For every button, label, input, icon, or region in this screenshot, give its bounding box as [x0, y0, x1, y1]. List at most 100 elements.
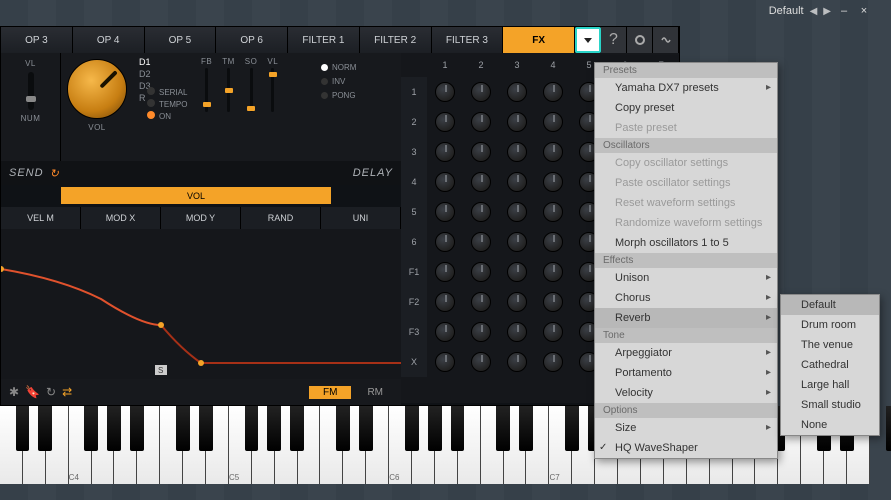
menu-item-arpeggiator[interactable]: Arpeggiator▸: [595, 343, 777, 363]
matrix-knob-3-2[interactable]: [471, 142, 491, 162]
matrix-knob-6-4[interactable]: [543, 232, 563, 252]
matrix-knob-5-2[interactable]: [471, 202, 491, 222]
black-key[interactable]: [176, 406, 190, 451]
black-key[interactable]: [336, 406, 350, 451]
tab-op4[interactable]: OP 4: [73, 27, 145, 53]
mod-y[interactable]: MOD Y: [161, 207, 241, 229]
matrix-knob-F2-2[interactable]: [471, 292, 491, 312]
matrix-knob-X-4[interactable]: [543, 352, 563, 372]
tab-filter2[interactable]: FILTER 2: [360, 27, 432, 53]
mod-x[interactable]: MOD X: [81, 207, 161, 229]
envelope-graph[interactable]: S: [1, 229, 401, 379]
black-key[interactable]: [84, 406, 98, 451]
menu-item-hq-waveshaper[interactable]: HQ WaveShaper✓: [595, 438, 777, 458]
radio-tempo[interactable]: TEMPO: [147, 99, 187, 111]
menu-item-velocity[interactable]: Velocity▸: [595, 383, 777, 403]
matrix-knob-2-3[interactable]: [507, 112, 527, 132]
rm-button[interactable]: RM: [357, 386, 393, 399]
submenu-item-none[interactable]: None: [781, 415, 879, 435]
matrix-knob-6-3[interactable]: [507, 232, 527, 252]
mini-so-slider[interactable]: [250, 68, 253, 112]
tab-op5[interactable]: OP 5: [145, 27, 217, 53]
preset-prev-icon[interactable]: ◀: [810, 6, 818, 17]
mode-inv[interactable]: INV: [321, 75, 356, 89]
black-key[interactable]: [565, 406, 579, 451]
options-dropdown-icon[interactable]: [575, 27, 601, 53]
matrix-knob-6-2[interactable]: [471, 232, 491, 252]
mini-fb-slider[interactable]: [205, 68, 208, 112]
matrix-knob-3-3[interactable]: [507, 142, 527, 162]
tab-op3[interactable]: OP 3: [1, 27, 73, 53]
black-key[interactable]: [359, 406, 373, 451]
tag-icon[interactable]: 🔖: [25, 385, 40, 399]
help-icon[interactable]: ?: [601, 27, 627, 53]
matrix-knob-F3-1[interactable]: [435, 322, 455, 342]
vol-bar[interactable]: VOL: [61, 187, 331, 204]
matrix-knob-F2-4[interactable]: [543, 292, 563, 312]
matrix-knob-F1-4[interactable]: [543, 262, 563, 282]
black-key[interactable]: [267, 406, 281, 451]
matrix-knob-4-1[interactable]: [435, 172, 455, 192]
waveform-icon[interactable]: [653, 27, 679, 53]
submenu-item-small-studio[interactable]: Small studio: [781, 395, 879, 415]
radio-on[interactable]: ON: [147, 111, 187, 123]
matrix-knob-1-3[interactable]: [507, 82, 527, 102]
matrix-knob-5-1[interactable]: [435, 202, 455, 222]
vol-knob[interactable]: [67, 59, 127, 119]
matrix-knob-X-3[interactable]: [507, 352, 527, 372]
matrix-knob-2-1[interactable]: [435, 112, 455, 132]
black-key[interactable]: [199, 406, 213, 451]
black-key[interactable]: [496, 406, 510, 451]
tab-op6[interactable]: OP 6: [216, 27, 288, 53]
matrix-knob-4-4[interactable]: [543, 172, 563, 192]
mode-norm[interactable]: NORM: [321, 61, 356, 75]
black-key[interactable]: [886, 406, 891, 451]
submenu-item-large-hall[interactable]: Large hall: [781, 375, 879, 395]
radio-serial[interactable]: SERIAL: [147, 87, 187, 99]
d-item-2[interactable]: D2: [139, 69, 151, 79]
matrix-knob-3-1[interactable]: [435, 142, 455, 162]
matrix-knob-F3-2[interactable]: [471, 322, 491, 342]
submenu-item-the-venue[interactable]: The venue: [781, 335, 879, 355]
menu-item-size[interactable]: Size▸: [595, 418, 777, 438]
num-slider[interactable]: [28, 72, 34, 110]
black-key[interactable]: [16, 406, 30, 451]
minimize-icon[interactable]: –: [837, 5, 851, 17]
matrix-knob-1-1[interactable]: [435, 82, 455, 102]
matrix-knob-3-4[interactable]: [543, 142, 563, 162]
matrix-knob-5-4[interactable]: [543, 202, 563, 222]
matrix-knob-1-4[interactable]: [543, 82, 563, 102]
menu-item-morph-oscillators-1-to-5[interactable]: Morph oscillators 1 to 5: [595, 233, 777, 253]
submenu-item-default[interactable]: Default: [781, 295, 879, 315]
mini-vl-slider[interactable]: [271, 68, 274, 112]
matrix-knob-F1-2[interactable]: [471, 262, 491, 282]
mod-rand[interactable]: RAND: [241, 207, 321, 229]
matrix-knob-X-1[interactable]: [435, 352, 455, 372]
menu-item-portamento[interactable]: Portamento▸: [595, 363, 777, 383]
black-key[interactable]: [130, 406, 144, 451]
matrix-knob-4-2[interactable]: [471, 172, 491, 192]
matrix-knob-F3-3[interactable]: [507, 322, 527, 342]
menu-item-reverb[interactable]: Reverb▸: [595, 308, 777, 328]
mod-velm[interactable]: VEL M: [1, 207, 81, 229]
matrix-knob-2-2[interactable]: [471, 112, 491, 132]
menu-item-chorus[interactable]: Chorus▸: [595, 288, 777, 308]
mini-tm-slider[interactable]: [227, 68, 230, 112]
black-key[interactable]: [245, 406, 259, 451]
matrix-knob-1-2[interactable]: [471, 82, 491, 102]
mod-uni[interactable]: UNI: [321, 207, 401, 229]
matrix-knob-6-1[interactable]: [435, 232, 455, 252]
matrix-knob-5-3[interactable]: [507, 202, 527, 222]
fm-button[interactable]: FM: [309, 386, 351, 399]
matrix-knob-2-4[interactable]: [543, 112, 563, 132]
matrix-knob-F2-1[interactable]: [435, 292, 455, 312]
tab-filter3[interactable]: FILTER 3: [432, 27, 504, 53]
matrix-knob-F2-3[interactable]: [507, 292, 527, 312]
matrix-knob-F1-3[interactable]: [507, 262, 527, 282]
black-key[interactable]: [107, 406, 121, 451]
submenu-item-cathedral[interactable]: Cathedral: [781, 355, 879, 375]
black-key[interactable]: [519, 406, 533, 451]
menu-item-unison[interactable]: Unison▸: [595, 268, 777, 288]
black-key[interactable]: [428, 406, 442, 451]
black-key[interactable]: [451, 406, 465, 451]
